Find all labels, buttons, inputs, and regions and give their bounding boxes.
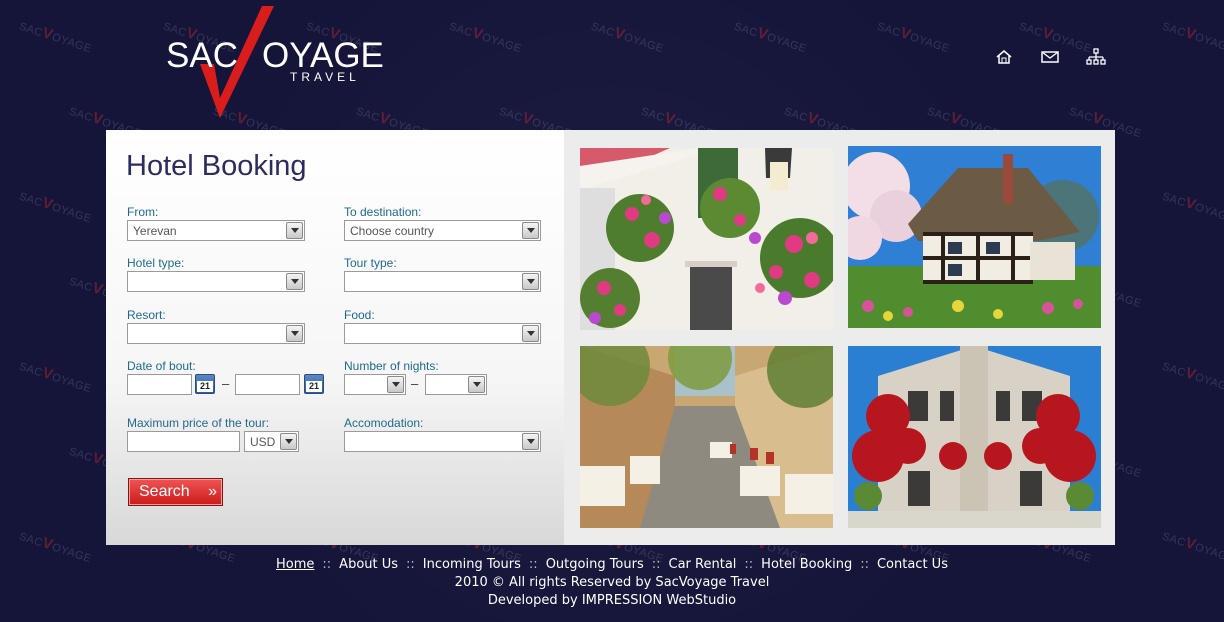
mail-icon[interactable] — [1040, 47, 1060, 67]
hotel-type-label: Hotel type: — [127, 256, 185, 270]
footer-link-about-us[interactable]: About Us — [339, 557, 398, 572]
cafe-street-photo — [580, 346, 833, 528]
max-price-input[interactable] — [127, 431, 240, 452]
chevron-down-icon — [522, 273, 539, 290]
chevron-down-icon — [468, 376, 485, 393]
calendar-day: 21 — [197, 381, 213, 392]
logo-subtitle: TRAVEL — [290, 70, 360, 84]
date-separator: – — [222, 376, 230, 391]
watermark-tile: SACVOYAGE — [17, 360, 93, 396]
chevron-down-icon — [522, 325, 539, 342]
main-panel: Hotel Booking From: Yerevan To destinati… — [106, 130, 1115, 545]
footer-link-car-rental[interactable]: Car Rental — [669, 557, 737, 572]
max-price-label: Maximum price of the tour: — [127, 416, 270, 430]
to-destination-select[interactable]: Choose country — [344, 220, 541, 241]
footer-nav: Home:: About Us:: Incoming Tours:: Outgoing… — [0, 557, 1224, 572]
nights-max-select[interactable] — [425, 374, 487, 395]
top-icon-bar — [994, 47, 1106, 67]
watermark-tile: SACVOYAGE — [732, 20, 808, 56]
tour-type-select[interactable] — [344, 271, 541, 292]
footer-separator: :: — [651, 557, 661, 572]
logo-text-sac: SAC — [166, 36, 238, 75]
double-chevron-right-icon: » — [208, 483, 217, 500]
watermark-tile: SACVOYAGE — [1160, 20, 1224, 56]
footer-link-hotel-booking[interactable]: Hotel Booking — [761, 557, 852, 572]
to-destination-select-value: Choose country — [350, 224, 435, 238]
date-to-input[interactable] — [235, 374, 300, 395]
footer-link-incoming-tours[interactable]: Incoming Tours — [423, 557, 521, 572]
from-label: From: — [127, 205, 159, 219]
to-destination-label: To destination: — [344, 205, 422, 219]
flower-balcony-photo — [580, 148, 833, 330]
chevron-down-icon — [286, 325, 303, 342]
footer-link-outgoing-tours[interactable]: Outgoing Tours — [546, 557, 644, 572]
logo[interactable]: SAC OYAGE TRAVEL — [162, 6, 384, 122]
footer-separator: :: — [744, 557, 754, 572]
watermark-tile: SACVOYAGE — [875, 20, 951, 56]
watermark-tile: SACVOYAGE — [447, 20, 523, 56]
accomodation-label: Accomodation: — [344, 416, 424, 430]
resort-label: Resort: — [127, 308, 166, 322]
watermark-tile: SACVOYAGE — [17, 190, 93, 226]
copyright-text: 2010 © All rights Reserved by SacVoyage … — [454, 575, 770, 590]
nights-min-select[interactable] — [344, 374, 406, 395]
date-of-bout-label: Date of bout: — [127, 359, 196, 373]
calendar-icon[interactable]: 21 — [304, 374, 324, 394]
red-flower-house-photo — [848, 346, 1101, 528]
footer-separator: :: — [322, 557, 332, 572]
chevron-down-icon — [286, 273, 303, 290]
footer-separator: :: — [860, 557, 869, 572]
currency-select[interactable]: USD — [244, 431, 299, 452]
food-select[interactable] — [344, 323, 541, 344]
accomodation-select[interactable] — [344, 431, 541, 452]
tour-type-label: Tour type: — [344, 256, 397, 270]
nights-separator: – — [411, 376, 419, 391]
search-button[interactable]: Search » — [128, 478, 223, 506]
hotel-type-select[interactable] — [127, 271, 305, 292]
thatched-cottage-photo — [848, 146, 1101, 328]
developer-credit: Developed by IMPRESSION WebStudio — [487, 593, 737, 608]
chevron-down-icon — [387, 376, 404, 393]
search-button-label: Search — [139, 483, 190, 500]
from-select[interactable]: Yerevan — [127, 220, 305, 241]
calendar-day: 21 — [306, 381, 322, 392]
watermark-tile: SACVOYAGE — [589, 20, 665, 56]
home-icon[interactable] — [994, 47, 1014, 67]
sitemap-icon[interactable] — [1086, 47, 1106, 67]
chevron-down-icon — [280, 433, 297, 450]
watermark-tile: SACVOYAGE — [17, 20, 93, 56]
watermark-tile: SACVOYAGE — [1160, 360, 1224, 396]
hotel-booking-form: Hotel Booking From: Yerevan To destinati… — [106, 130, 564, 545]
currency-select-value: USD — [250, 435, 276, 449]
calendar-icon[interactable]: 21 — [195, 374, 215, 394]
footer-link-home[interactable]: Home — [276, 557, 314, 572]
chevron-down-icon — [522, 222, 539, 239]
number-of-nights-label: Number of nights: — [344, 359, 439, 373]
food-label: Food: — [344, 308, 375, 322]
chevron-down-icon — [522, 433, 539, 450]
chevron-down-icon — [286, 222, 303, 239]
footer-separator: :: — [528, 557, 538, 572]
date-from-input[interactable] — [127, 374, 192, 395]
footer-separator: :: — [406, 557, 415, 572]
resort-select[interactable] — [127, 323, 305, 344]
watermark-tile: SACVOYAGE — [1160, 190, 1224, 226]
from-select-value: Yerevan — [133, 224, 177, 238]
page-title: Hotel Booking — [126, 150, 307, 182]
footer-link-contact-us[interactable]: Contact Us — [877, 557, 948, 572]
